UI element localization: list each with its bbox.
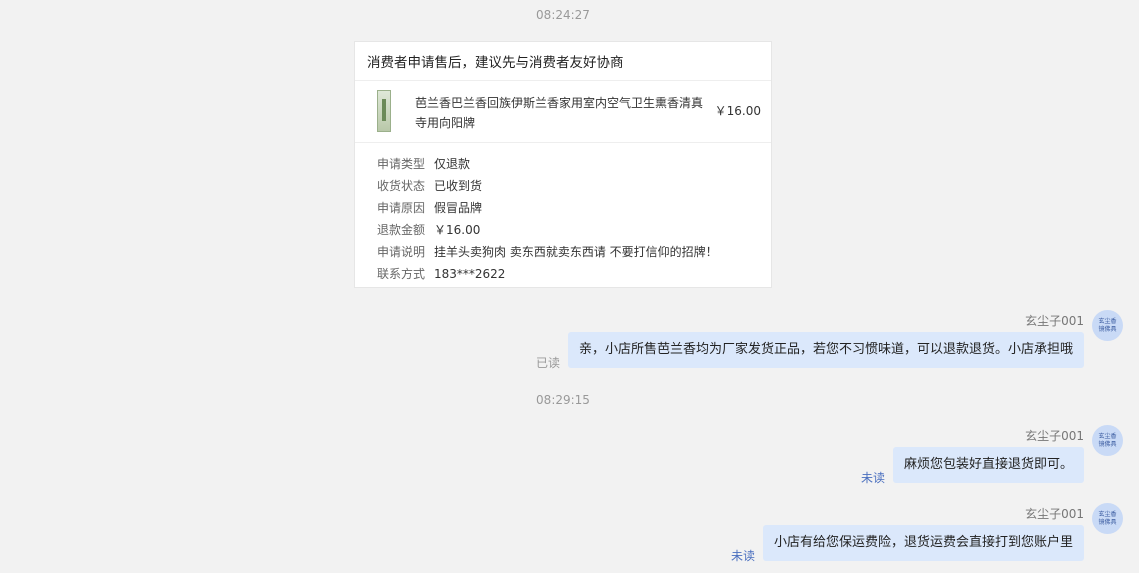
unread-status: 未读 [731,549,756,563]
card-title: 消费者申请售后，建议先与消费者友好协商 [355,42,771,81]
product-name[interactable]: 芭兰香巴兰香回族伊斯兰香家用室内空气卫生熏香清真寺用向阳牌 [415,93,710,133]
avatar-text: 玄尘香镜佛具 [1098,510,1117,526]
read-status: 已读 [536,356,561,370]
detail-key: 联系方式 [377,267,426,281]
avatar[interactable]: 玄尘香镜佛具 [1092,425,1123,456]
detail-value: 仅退款 [434,157,471,171]
product-thumbnail[interactable] [377,90,391,132]
avatar-text: 玄尘香镜佛具 [1098,432,1117,448]
product-row[interactable]: 芭兰香巴兰香回族伊斯兰香家用室内空气卫生熏香清真寺用向阳牌 ￥16.00 [355,81,771,143]
sender-name: 玄尘子001 [1025,507,1084,521]
timestamp: 08:24:27 [536,8,590,22]
detail-row: 申请原因 假冒品牌 [377,197,771,219]
detail-key: 申请类型 [377,157,426,171]
sender-name: 玄尘子001 [1025,314,1084,328]
message-bubble[interactable]: 麻烦您包装好直接退货即可。 [892,447,1084,483]
detail-key: 申请说明 [377,245,426,259]
detail-value: 已收到货 [434,179,483,193]
avatar-text: 玄尘香镜佛具 [1098,317,1117,333]
unread-status: 未读 [861,471,886,485]
detail-row: 申请类型 仅退款 [377,153,771,175]
detail-row: 申请说明 挂羊头卖狗肉 卖东西就卖东西请 不要打信仰的招牌！ [377,241,771,263]
detail-key: 退款金额 [377,223,426,237]
timestamp: 08:29:15 [536,393,590,407]
avatar[interactable]: 玄尘香镜佛具 [1092,503,1123,534]
detail-key: 申请原因 [377,201,426,215]
detail-row: 联系方式 183***2622 [377,263,771,285]
product-price: ￥16.00 [714,104,761,118]
detail-value: 假冒品牌 [434,201,483,215]
message-bubble[interactable]: 亲，小店所售芭兰香均为厂家发货正品，若您不习惯味道，可以退款退货。小店承担哦 [567,332,1084,368]
detail-value: 挂羊头卖狗肉 卖东西就卖东西请 不要打信仰的招牌！ [434,245,718,259]
sender-name: 玄尘子001 [1025,429,1084,443]
request-details: 申请类型 仅退款 收货状态 已收到货 申请原因 假冒品牌 退款金额 ￥16.00 申请说… [355,143,771,285]
avatar[interactable]: 玄尘香镜佛具 [1092,310,1123,341]
detail-value: 183***2622 [434,267,506,281]
detail-row: 收货状态 已收到货 [377,175,771,197]
detail-value: ￥16.00 [434,223,481,237]
message-bubble[interactable]: 小店有给您保运费险，退货运费会直接打到您账户里 [762,525,1084,561]
detail-key: 收货状态 [377,179,426,193]
after-sale-request-card: 消费者申请售后，建议先与消费者友好协商 芭兰香巴兰香回族伊斯兰香家用室内空气卫生… [354,41,772,288]
detail-row: 退款金额 ￥16.00 [377,219,771,241]
